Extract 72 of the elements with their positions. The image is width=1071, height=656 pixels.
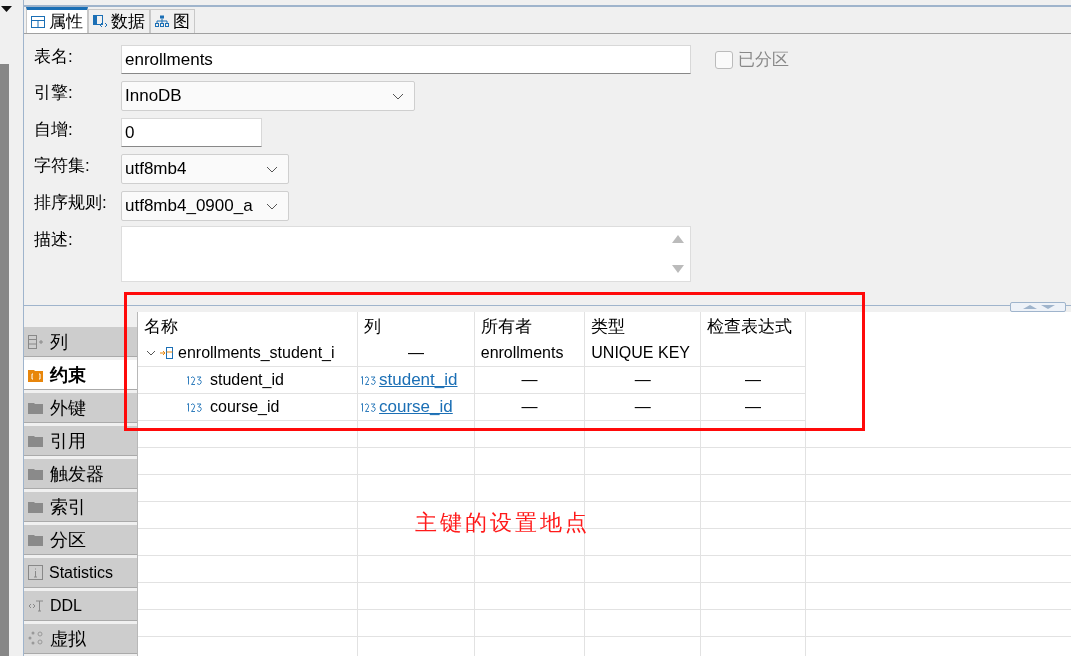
field-label: 描述:: [34, 229, 74, 251]
cell-text: —: [407, 344, 424, 361]
side-tab[interactable]: 索引: [24, 492, 137, 522]
cell-text: —: [745, 398, 762, 415]
code-text-icon: [28, 598, 44, 613]
columns-icon: [28, 334, 44, 349]
annotation-note: 主键的设置地点: [415, 509, 590, 537]
column-link[interactable]: course_id: [379, 397, 453, 417]
info-icon: [28, 565, 43, 580]
scroll-up-icon[interactable]: [672, 235, 684, 243]
cell-text: —: [745, 371, 762, 388]
dotted-link-icon: [28, 631, 44, 646]
side-tab[interactable]: 引用: [24, 426, 137, 456]
number-type-icon: [360, 402, 379, 412]
folder-icon: [28, 433, 44, 448]
cell-text: —: [521, 371, 538, 388]
folder-icon: [28, 499, 44, 514]
column-header[interactable]: 类型: [584, 312, 701, 340]
data-grid-icon: [93, 15, 107, 28]
table-icon: [31, 15, 45, 28]
field-label: 表名:: [34, 46, 74, 68]
editor-tab[interactable]: 属性: [26, 7, 88, 33]
cell-text: —: [634, 398, 651, 415]
splitter-toggle[interactable]: [1010, 302, 1066, 312]
column-link[interactable]: student_id: [379, 370, 458, 390]
editor-tab[interactable]: 数据: [88, 9, 150, 33]
side-tab[interactable]: 列: [24, 327, 137, 357]
side-tab[interactable]: 虚拟: [24, 624, 137, 654]
checkbox-label: 已分区: [738, 49, 789, 71]
column-header[interactable]: 所有者: [474, 312, 585, 340]
side-tab[interactable]: 分区: [24, 525, 137, 555]
cell-text: —: [521, 398, 538, 415]
dropdown-caret-icon[interactable]: [1, 6, 12, 12]
table-cell: enrollments: [480, 344, 564, 361]
side-tab[interactable]: 约束: [24, 360, 137, 390]
field-label: 引擎:: [34, 82, 74, 104]
field-label: 排序规则:: [34, 192, 108, 214]
side-tab[interactable]: 触发器: [24, 459, 137, 489]
side-tab[interactable]: DDL: [24, 591, 137, 621]
editor-tab[interactable]: 图: [150, 9, 195, 33]
folder-icon: [28, 400, 44, 415]
column-name: student_id: [210, 371, 284, 389]
dropdown-caret-icon: [266, 165, 278, 173]
column-header[interactable]: 检查表达式: [700, 312, 806, 340]
side-tab[interactable]: 外键: [24, 393, 137, 423]
description-field[interactable]: [121, 226, 691, 282]
number-type-icon: [186, 375, 204, 385]
side-tab[interactable]: Statistics: [24, 558, 137, 588]
dropdown-caret-icon: [392, 92, 404, 100]
table-cell: UNIQUE KEY: [591, 344, 690, 361]
auto-increment-field[interactable]: 0: [121, 118, 262, 147]
scroll-down-icon[interactable]: [672, 265, 684, 273]
field-label: 字符集:: [34, 155, 91, 177]
expand-chevron-icon[interactable]: [146, 349, 156, 357]
column-header[interactable]: 列: [357, 312, 475, 340]
charset-dropdown[interactable]: utf8mb4: [121, 154, 289, 184]
dropdown-caret-icon: [266, 202, 278, 210]
cell-text: —: [634, 371, 651, 388]
table-name-field[interactable]: enrollments: [121, 45, 691, 74]
constraint-folder-icon: [28, 367, 44, 382]
number-type-icon: [186, 402, 204, 412]
constraint-name: enrollments_student_i: [178, 344, 335, 362]
number-type-icon: [360, 375, 379, 385]
column-name: course_id: [210, 398, 280, 416]
folder-icon: [28, 532, 44, 547]
engine-dropdown[interactable]: InnoDB: [121, 81, 415, 111]
hierarchy-icon: [155, 15, 169, 28]
field-label: 自增:: [34, 119, 74, 141]
column-header[interactable]: 名称: [138, 312, 358, 340]
collation-dropdown[interactable]: utf8mb4_0900_a: [121, 191, 289, 221]
folder-icon: [28, 466, 44, 481]
key-icon: [160, 346, 174, 360]
